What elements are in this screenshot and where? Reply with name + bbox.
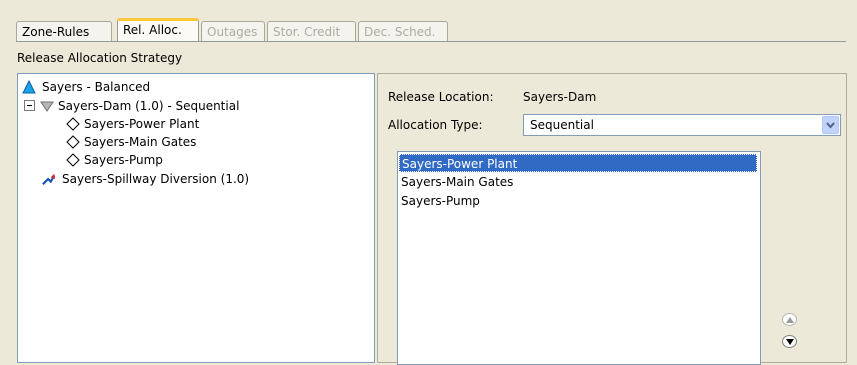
diamond-icon bbox=[66, 117, 80, 131]
move-down-icon bbox=[786, 339, 794, 345]
tree-item-dam-label: Sayers-Dam (1.0) - Sequential bbox=[58, 99, 240, 113]
section-label: Release Allocation Strategy bbox=[17, 51, 183, 65]
release-location-value: Sayers-Dam bbox=[523, 90, 597, 104]
list-item-power-plant[interactable]: Sayers-Power Plant bbox=[399, 154, 757, 172]
tree-item-diversion-label: Sayers-Spillway Diversion (1.0) bbox=[62, 172, 250, 186]
move-up-button[interactable] bbox=[782, 313, 797, 326]
tree-item-main-gates-label: Sayers-Main Gates bbox=[84, 135, 197, 149]
triangle-icon bbox=[22, 80, 36, 94]
move-down-button[interactable] bbox=[782, 335, 797, 348]
release-location-label: Release Location: bbox=[388, 90, 494, 104]
list-item-main-gates[interactable]: Sayers-Main Gates bbox=[399, 173, 513, 191]
funnel-icon bbox=[40, 101, 54, 112]
allocation-type-value: Sequential bbox=[530, 118, 594, 132]
allocation-type-label: Allocation Type: bbox=[388, 118, 483, 132]
tab-outages: Outages bbox=[201, 21, 265, 41]
diversion-arrow-icon bbox=[42, 173, 56, 186]
diamond-icon bbox=[66, 135, 80, 149]
tab-dec-sched: Dec. Sched. bbox=[358, 21, 448, 41]
list-item-pump[interactable]: Sayers-Pump bbox=[399, 192, 480, 210]
collapse-icon[interactable] bbox=[24, 100, 35, 111]
tab-zone-rules[interactable]: Zone-Rules bbox=[16, 21, 112, 41]
tree-item-root-label: Sayers - Balanced bbox=[42, 80, 151, 94]
diamond-icon bbox=[66, 153, 80, 167]
move-up-icon bbox=[786, 317, 794, 323]
tab-strip: Zone-Rules Rel. Alloc. Outages Stor. Cre… bbox=[16, 18, 846, 42]
tab-rel-alloc[interactable]: Rel. Alloc. bbox=[117, 18, 199, 42]
allocation-details-panel: Release Location: Sayers-Dam Allocation … bbox=[377, 73, 847, 365]
allocation-tree[interactable]: Sayers - Balanced Sayers-Dam (1.0) - Seq… bbox=[17, 73, 375, 363]
allocation-order-list[interactable]: Sayers-Power Plant Sayers-Main Gates Say… bbox=[397, 151, 761, 365]
tree-item-power-plant-label: Sayers-Power Plant bbox=[84, 117, 200, 131]
tab-divider bbox=[16, 41, 846, 42]
tree-item-pump-label: Sayers-Pump bbox=[84, 153, 163, 167]
allocation-type-select[interactable]: Sequential bbox=[523, 114, 841, 136]
tab-stor-credit: Stor. Credit bbox=[267, 21, 356, 41]
chevron-down-icon[interactable] bbox=[822, 116, 839, 134]
